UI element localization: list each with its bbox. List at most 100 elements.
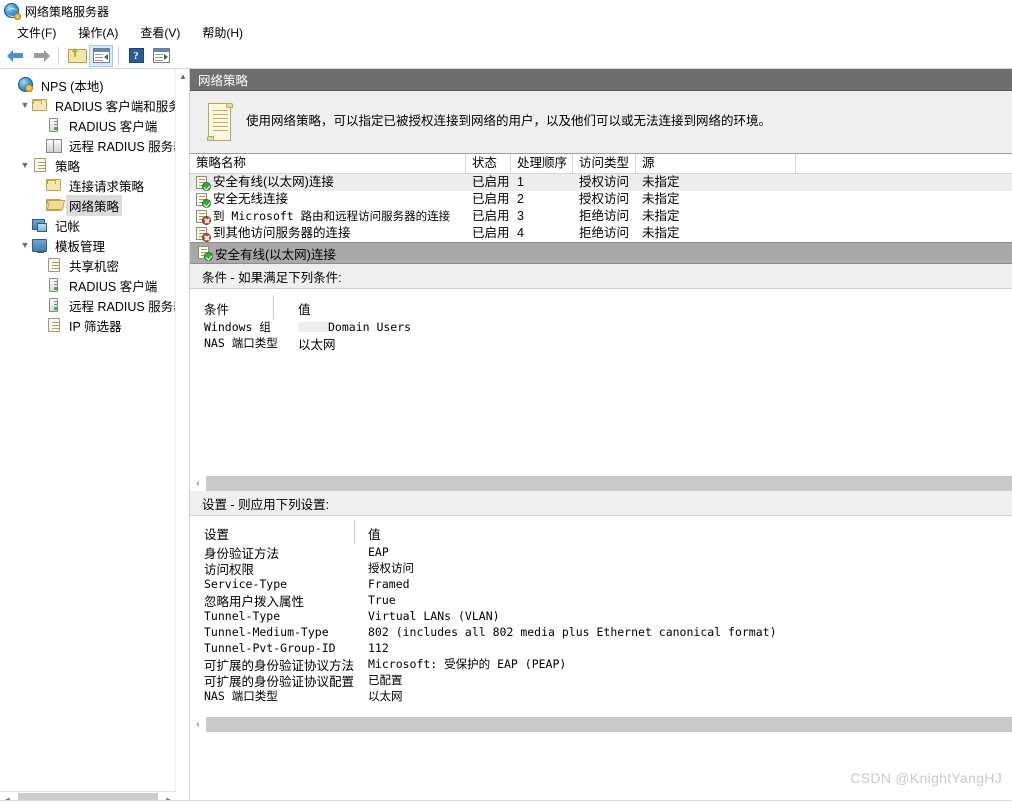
setting-row[interactable]: 忽略用户拨入属性 True xyxy=(204,592,1012,609)
cell-policy-name: 到 Microsoft 路由和远程访问服务器的连接 xyxy=(190,208,466,225)
policy-allow-icon xyxy=(198,246,213,261)
condition-name: Windows 组 xyxy=(204,320,271,334)
settings-table: 设置 值 身份验证方法 EAP 访问权限 授权访问 Service-Type Framed… xyxy=(190,516,1012,704)
tree-item-7[interactable]: 记帐 xyxy=(4,215,189,235)
tree-item-label: IP 筛选器 xyxy=(69,319,122,334)
column-header-source[interactable]: 源 xyxy=(636,153,796,174)
settings-scroll-track[interactable] xyxy=(206,716,1012,732)
conditions-scroll-track[interactable] xyxy=(206,475,1012,491)
title-bar: 网络策略服务器 xyxy=(0,0,1012,22)
forward-button[interactable] xyxy=(29,45,53,67)
cell-access-type: 拒绝访问 xyxy=(579,209,630,223)
tree-item-10[interactable]: RADIUS 客户端 xyxy=(4,275,189,295)
show-hide-tree-button[interactable] xyxy=(89,44,113,67)
conditions-horizontal-scrollbar[interactable]: ‹ xyxy=(190,474,1012,491)
tree-item-label: RADIUS 客户端 xyxy=(69,279,158,294)
server-icon xyxy=(46,117,62,133)
column-header-policy-name[interactable]: 策略名称 xyxy=(190,153,466,174)
tree-item-8[interactable]: ▼ 模板管理 xyxy=(4,235,189,255)
condition-value: 以太网 xyxy=(298,337,336,352)
tree-item-6[interactable]: 网络策略 xyxy=(4,194,189,216)
back-button[interactable] xyxy=(4,45,28,67)
setting-row[interactable]: 访问权限 授权访问 xyxy=(204,560,1012,577)
menu-help[interactable]: 帮助(H) xyxy=(191,22,254,44)
console-tree-icon xyxy=(92,48,110,63)
tree-item-0[interactable]: NPS (本地) xyxy=(4,75,189,95)
setting-row[interactable]: 可扩展的身份验证协议配置 已配置 xyxy=(204,672,1012,689)
chevron-down-icon[interactable]: ▼ xyxy=(18,155,32,175)
setting-value: Microsoft: 受保护的 EAP (PEAP) xyxy=(368,657,567,671)
column-header-processing-order[interactable]: 处理顺序 xyxy=(511,153,573,174)
settings-horizontal-scrollbar[interactable]: ‹ xyxy=(190,715,1012,732)
accounting-icon xyxy=(32,217,48,233)
toolbar-separator xyxy=(58,46,59,65)
server-icon xyxy=(46,297,62,313)
tree-vertical-scrollbar[interactable]: ▲ xyxy=(175,69,189,807)
setting-name: 可扩展的身份验证协议配置 xyxy=(204,674,355,689)
tree-item-label: NPS (本地) xyxy=(41,79,104,94)
tree-item-2[interactable]: RADIUS 客户端 xyxy=(4,115,189,135)
document-icon xyxy=(46,257,62,273)
setting-value: EAP xyxy=(368,545,389,559)
setting-value: Virtual LANs (VLAN) xyxy=(368,609,500,623)
tree-item-12[interactable]: IP 筛选器 xyxy=(4,315,189,335)
table-row[interactable]: 到其他访问服务器的连接 已启用 4 拒绝访问 未指定 xyxy=(190,225,1012,242)
tree-item-label: RADIUS 客户端 xyxy=(69,119,158,134)
folder-up-icon xyxy=(67,48,87,63)
policy-list-header: 策略名称 状态 处理顺序 访问类型 源 xyxy=(190,153,1012,174)
menu-view[interactable]: 查看(V) xyxy=(129,22,191,44)
menu-action[interactable]: 操作(A) xyxy=(67,22,129,44)
cell-order: 1 xyxy=(517,175,524,189)
conditions-col-value: 值 xyxy=(298,302,311,317)
conditions-table: 条件 值 Windows 组 Domain Users NAS 端口类型 以太网 xyxy=(190,289,1012,352)
chevron-down-icon[interactable]: ▼ xyxy=(18,95,32,115)
help-button[interactable]: ? xyxy=(124,45,148,67)
setting-name: 访问权限 xyxy=(204,562,255,577)
setting-row[interactable]: NAS 端口类型 以太网 xyxy=(204,688,1012,704)
tree-item-11[interactable]: 远程 RADIUS 服务器 xyxy=(4,295,189,315)
table-row[interactable]: 到 Microsoft 路由和远程访问服务器的连接 已启用 3 拒绝访问 未指定 xyxy=(190,208,1012,225)
tree-item-5[interactable]: 连接请求策略 xyxy=(4,175,189,195)
window-title: 网络策略服务器 xyxy=(25,4,110,19)
tree-item-1[interactable]: ▼ RADIUS 客户端和服务器 xyxy=(4,95,189,115)
condition-value: Domain Users xyxy=(290,320,411,334)
tree-item-3[interactable]: 远程 RADIUS 服务器组 xyxy=(4,135,189,155)
column-header-status[interactable]: 状态 xyxy=(466,153,511,174)
setting-name: 忽略用户拨入属性 xyxy=(204,594,305,609)
settings-panel: 设置 值 身份验证方法 EAP 访问权限 授权访问 Service-Type Framed… xyxy=(190,515,1012,715)
policy-allow-icon xyxy=(196,192,211,208)
arrow-right-icon xyxy=(32,49,50,62)
condition-value-text: Domain Users xyxy=(328,320,412,334)
toolbar: ? xyxy=(0,43,1012,69)
cell-status: 已启用 xyxy=(472,226,510,240)
cell-source: 未指定 xyxy=(642,226,680,240)
conditions-scroll-left-arrow[interactable]: ‹ xyxy=(190,476,206,491)
menu-file[interactable]: 文件(F) xyxy=(6,22,67,44)
setting-row[interactable]: Tunnel-Medium-Type 802 (includes all 802 … xyxy=(204,624,1012,640)
column-header-access-type[interactable]: 访问类型 xyxy=(573,153,636,174)
tree-item-9[interactable]: 共享机密 xyxy=(4,255,189,275)
properties-button[interactable] xyxy=(149,45,173,67)
tree-scroll-up-arrow[interactable]: ▲ xyxy=(176,69,189,83)
up-one-level-button[interactable] xyxy=(64,45,88,67)
table-row[interactable]: 安全无线连接 已启用 2 授权访问 未指定 xyxy=(190,191,1012,208)
status-bar xyxy=(0,800,1012,808)
policy-name: 到 Microsoft 路由和远程访问服务器的连接 xyxy=(213,209,451,223)
toolbar-separator-2 xyxy=(118,46,119,65)
setting-value: True xyxy=(368,593,396,607)
cell-policy-name: 到其他访问服务器的连接 xyxy=(190,225,466,242)
setting-row[interactable]: Tunnel-Type Virtual LANs (VLAN) xyxy=(204,608,1012,624)
cell-order: 3 xyxy=(517,209,524,223)
tree-item-label: 远程 RADIUS 服务器 xyxy=(69,299,186,314)
settings-scroll-left-arrow[interactable]: ‹ xyxy=(190,717,206,732)
table-row[interactable]: 安全有线(以太网)连接 已启用 1 授权访问 未指定 xyxy=(190,174,1012,191)
chevron-down-icon[interactable]: ▼ xyxy=(18,235,32,255)
condition-row[interactable]: NAS 端口类型 以太网 xyxy=(204,335,1012,352)
console-tree-pane: NPS (本地) ▼ RADIUS 客户端和服务器 RADIUS 客户端 远程 RA… xyxy=(0,69,190,807)
tree-item-4[interactable]: ▼ 策略 xyxy=(4,155,189,175)
